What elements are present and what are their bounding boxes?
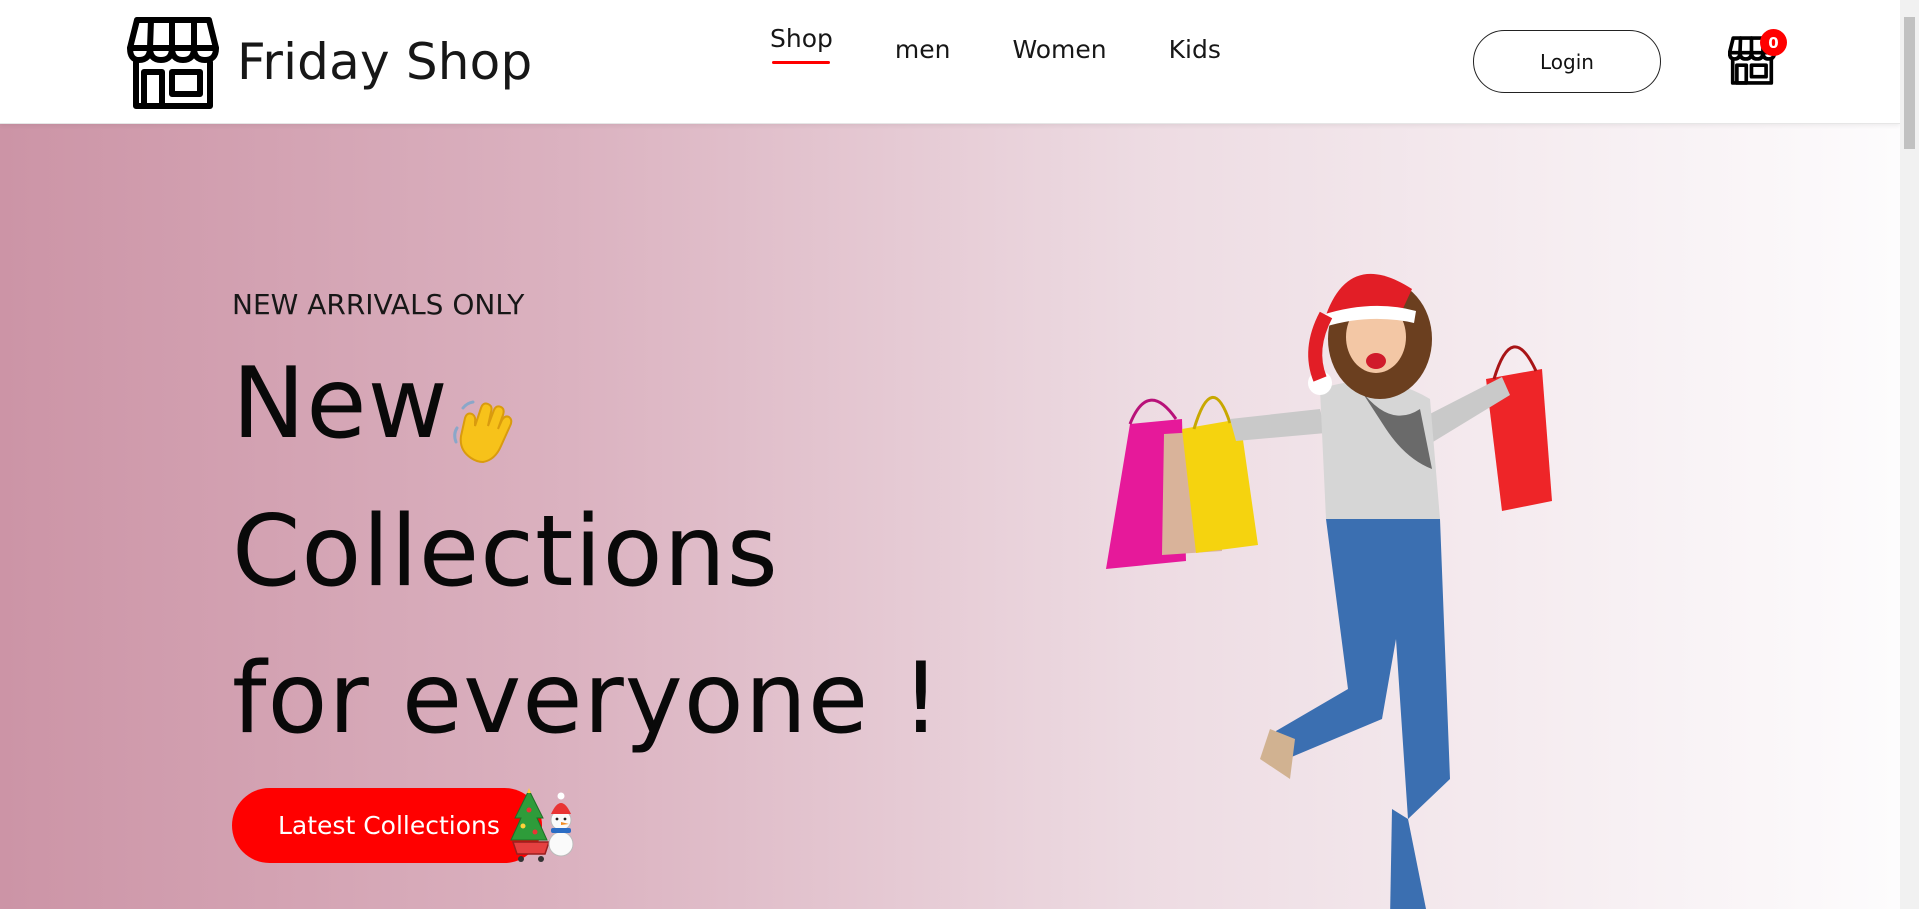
nav-item-shop[interactable]: Shop (770, 24, 833, 86)
hero-tagline: NEW ARRIVALS ONLY (232, 288, 525, 321)
scrollbar-thumb[interactable] (1904, 17, 1915, 149)
cart-icon (1727, 36, 1777, 90)
christmas-tree-snowman-cart-icon (509, 788, 579, 868)
hero-section: NEW ARRIVALS ONLY New Collections for ev… (0, 124, 1900, 909)
nav-item-label: men (894, 35, 951, 64)
hero-title-line-1: New (232, 347, 449, 461)
waving-hand-icon (451, 396, 521, 470)
nav-item-label: Shop (770, 24, 833, 53)
latest-collections-button[interactable]: Latest Collections (232, 788, 542, 863)
hero-title-line-2: Collections (232, 495, 779, 609)
nav-item-kids[interactable]: Kids (1169, 30, 1221, 86)
login-button[interactable]: Login (1473, 30, 1661, 93)
page: Friday Shop Shop men Women Kids Login 0 … (0, 0, 1919, 909)
nav-item-women[interactable]: Women (1012, 30, 1106, 86)
hero-image (1090, 219, 1560, 909)
nav-item-label: Women (1012, 35, 1107, 64)
navbar: Friday Shop Shop men Women Kids Login 0 (0, 0, 1900, 124)
storefront-icon (127, 14, 219, 110)
main-nav: Shop men Women Kids (770, 24, 1283, 86)
nav-item-label: Kids (1168, 35, 1221, 64)
nav-item-men[interactable]: men (895, 30, 951, 86)
brand-logo-link[interactable]: Friday Shop (127, 14, 532, 110)
cart-count-badge: 0 (1760, 29, 1787, 56)
shopping-woman-image-icon (1106, 273, 1552, 909)
vertical-scrollbar[interactable] (1900, 0, 1919, 909)
active-nav-underline (772, 61, 831, 64)
hero-title-line-3: for everyone ! (232, 642, 942, 756)
brand-name: Friday Shop (237, 33, 533, 91)
